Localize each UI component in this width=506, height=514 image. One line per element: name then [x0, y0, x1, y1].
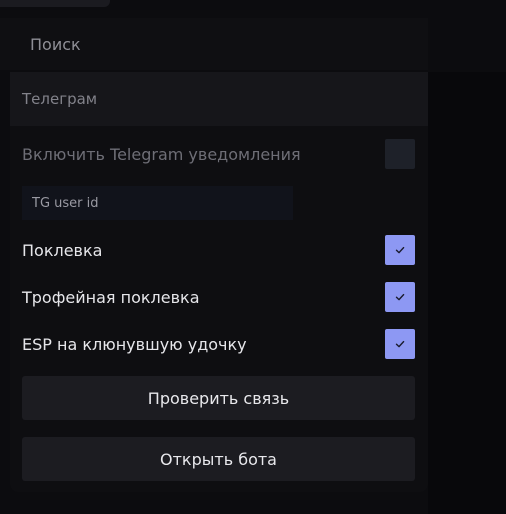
tg-user-id-input[interactable]	[22, 186, 293, 220]
option-checkbox-esp-rod[interactable]	[385, 329, 415, 359]
open-bot-label: Открыть бота	[160, 449, 277, 469]
option-checkbox-bite[interactable]	[385, 235, 415, 265]
option-label-trophy-bite: Трофейная поклевка	[22, 288, 200, 307]
test-connection-label: Проверить связь	[147, 388, 290, 408]
top-tab-remnant	[0, 0, 110, 7]
check-icon	[395, 293, 405, 301]
search-label[interactable]: Поиск	[30, 35, 81, 54]
option-label-esp-rod: ESP на клюнувшую удочку	[22, 335, 247, 354]
check-icon	[395, 246, 405, 254]
panel-top-edge	[10, 126, 428, 146]
app-window: Поиск Телеграм Включить Telegram уведомл…	[0, 0, 506, 514]
check-icon	[395, 340, 405, 348]
option-label-bite: Поклевка	[22, 241, 103, 260]
right-side-panel	[428, 72, 506, 514]
open-bot-button[interactable]: Открыть бота	[22, 437, 415, 481]
test-connection-button[interactable]: Проверить связь	[22, 376, 415, 420]
option-checkbox-trophy-bite[interactable]	[385, 282, 415, 312]
enable-telegram-label: Включить Telegram уведомления	[22, 145, 301, 164]
enable-telegram-checkbox[interactable]	[385, 139, 415, 169]
section-title: Телеграм	[22, 90, 98, 108]
